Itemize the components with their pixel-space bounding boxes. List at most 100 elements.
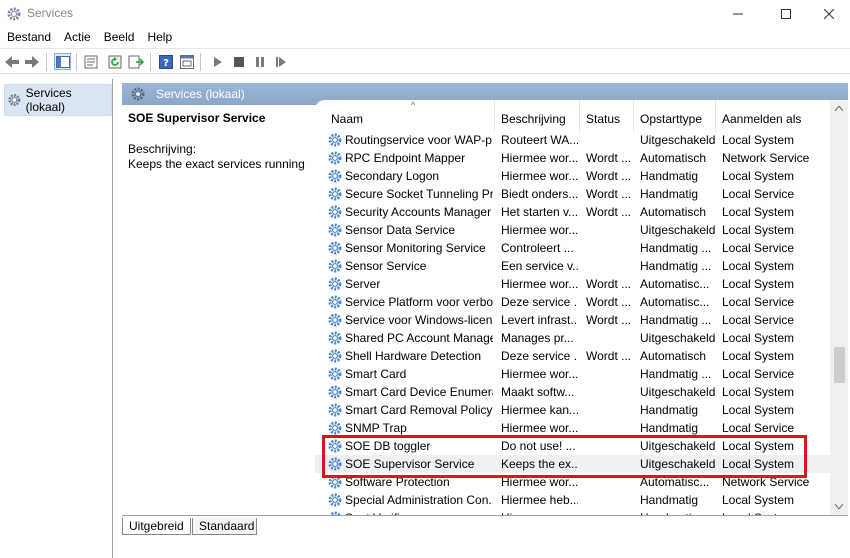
service-gear-icon bbox=[328, 223, 342, 237]
table-row[interactable]: Security Accounts Manager Het starten v..… bbox=[315, 203, 830, 221]
column-header-label: Status bbox=[586, 112, 621, 126]
cell-startup-type: Handmatig ... bbox=[640, 241, 712, 255]
pause-icon bbox=[255, 56, 264, 67]
cell-name: Secure Socket Tunneling Pr... bbox=[345, 187, 493, 201]
table-row[interactable]: Sensor Monitoring Service Controleert ...… bbox=[315, 239, 830, 257]
service-gear-icon bbox=[328, 133, 342, 147]
back-button[interactable] bbox=[3, 53, 20, 70]
table-row[interactable]: SOE DB toggler Do not use! ... Uitgeschake… bbox=[315, 437, 830, 455]
column-header-opstarttype[interactable]: Opstarttype bbox=[634, 100, 716, 132]
cell-log-on-as: Local Service bbox=[722, 187, 795, 201]
service-gear-icon bbox=[328, 187, 342, 201]
sort-ascending-icon: ^ bbox=[411, 100, 416, 110]
tab-uitgebreid[interactable]: Uitgebreid bbox=[122, 518, 191, 535]
maximize-icon bbox=[780, 9, 791, 19]
menu-bestand[interactable]: Bestand bbox=[0, 28, 57, 48]
table-row[interactable]: Server Hiermee wor... Wordt ... Automatisc.… bbox=[315, 275, 830, 293]
table-row[interactable]: Shell Hardware Detection Deze service ...… bbox=[315, 347, 830, 365]
column-header-label: Aanmelden als bbox=[722, 112, 802, 126]
play-icon bbox=[213, 56, 222, 67]
cell-startup-type: Automatisc... bbox=[640, 475, 710, 489]
restart-service-button[interactable] bbox=[272, 53, 289, 70]
cell-description: Hiermee wor... bbox=[501, 223, 578, 237]
service-gear-icon bbox=[328, 277, 342, 291]
service-gear-icon bbox=[328, 331, 342, 345]
cell-name: Sensor Service bbox=[345, 259, 427, 273]
cell-startup-type: Uitgeschakeld bbox=[640, 223, 716, 237]
cell-description: Manages pr... bbox=[501, 331, 574, 345]
service-gear-icon bbox=[328, 385, 342, 399]
show-hide-console-tree-button[interactable] bbox=[54, 53, 71, 70]
cell-log-on-as: Local Service bbox=[722, 367, 795, 381]
table-row[interactable]: Smart Card Removal Policy Hiermee kan... H… bbox=[315, 401, 830, 419]
menu-beeld[interactable]: Beeld bbox=[97, 28, 141, 48]
cell-log-on-as: Local System bbox=[722, 133, 795, 147]
cell-name: Smart Card bbox=[345, 367, 407, 381]
properties-button[interactable] bbox=[82, 53, 99, 70]
table-row[interactable]: SOE Supervisor Service Keeps the ex... Uit… bbox=[315, 455, 830, 473]
column-header-beschrijving[interactable]: Beschrijving bbox=[495, 100, 580, 132]
cell-description: Deze service ... bbox=[501, 349, 578, 363]
cell-name: SOE Supervisor Service bbox=[345, 457, 475, 471]
tree-item-label: Services (lokaal) bbox=[25, 86, 72, 114]
pause-service-button[interactable] bbox=[251, 53, 268, 70]
start-service-button[interactable] bbox=[209, 53, 226, 70]
services-list: ^ Naam Beschrijving Status Opstarttype A… bbox=[315, 100, 848, 515]
help-button[interactable]: ? bbox=[157, 53, 174, 70]
scroll-up-button[interactable] bbox=[830, 100, 848, 117]
cell-log-on-as: Network Service bbox=[722, 151, 810, 165]
column-header-naam[interactable]: ^ Naam bbox=[325, 100, 495, 132]
back-arrow-icon bbox=[4, 55, 19, 68]
restart-icon bbox=[275, 56, 286, 67]
table-row[interactable]: Smart Card Hiermee wor... Handmatig ... Loc… bbox=[315, 365, 830, 383]
cell-name: Special Administration Con... bbox=[345, 493, 493, 507]
menu-actie[interactable]: Actie bbox=[57, 28, 97, 48]
console-view-button[interactable] bbox=[178, 53, 195, 70]
maximize-button[interactable] bbox=[763, 0, 808, 28]
cell-description: Do not use! ... bbox=[501, 439, 576, 453]
cell-description: Hiermee kan... bbox=[501, 403, 578, 417]
window-title: Services bbox=[27, 6, 74, 20]
cell-name: Routingservice voor WAP-p... bbox=[345, 133, 493, 147]
tab-standaard[interactable]: Standaard bbox=[192, 518, 257, 535]
table-row[interactable]: Shared PC Account Manager Manages pr... Ui… bbox=[315, 329, 830, 347]
tree-item-services-local[interactable]: Services (lokaal) bbox=[4, 84, 112, 116]
scroll-down-button[interactable] bbox=[830, 498, 848, 515]
forward-button[interactable] bbox=[23, 53, 40, 70]
table-row[interactable]: Sensor Data Service Hiermee wor... Uitgesc… bbox=[315, 221, 830, 239]
table-row[interactable]: Smart Card Device Enumera... Maakt softw.… bbox=[315, 383, 830, 401]
cell-name: Smart Card Removal Policy bbox=[345, 403, 493, 417]
service-gear-icon bbox=[328, 169, 342, 183]
table-row[interactable]: Secondary Logon Hiermee wor... Wordt ... Ha… bbox=[315, 167, 830, 185]
table-row[interactable]: Software Protection Hiermee wor... Automat… bbox=[315, 473, 830, 491]
vertical-scrollbar[interactable] bbox=[830, 100, 848, 515]
close-button[interactable] bbox=[806, 0, 850, 28]
cell-description: Biedt onders... bbox=[501, 187, 578, 201]
cell-startup-type: Handmatig bbox=[640, 493, 699, 507]
cell-status: Wordt ... bbox=[586, 169, 632, 183]
table-row[interactable]: Routingservice voor WAP-p... Routeert WA.… bbox=[315, 132, 830, 149]
cell-status: Wordt ... bbox=[586, 295, 632, 309]
stop-service-button[interactable] bbox=[230, 53, 247, 70]
table-row[interactable]: Secure Socket Tunneling Pr... Biedt onder… bbox=[315, 185, 830, 203]
service-gear-icon bbox=[328, 313, 342, 327]
scroll-thumb[interactable] bbox=[834, 347, 845, 383]
refresh-button[interactable] bbox=[106, 53, 123, 70]
menu-help[interactable]: Help bbox=[140, 28, 178, 48]
column-header-aanmelden-als[interactable]: Aanmelden als bbox=[716, 100, 816, 132]
cell-status: Wordt ... bbox=[586, 151, 632, 165]
table-row[interactable]: Service voor Windows-licen... Levert infr… bbox=[315, 311, 830, 329]
cell-log-on-as: Local System bbox=[722, 223, 795, 237]
service-gear-icon bbox=[328, 259, 342, 273]
table-row[interactable]: RPC Endpoint Mapper Hiermee wor... Wordt .… bbox=[315, 149, 830, 167]
table-row[interactable]: SNMP Trap Hiermee wor... Handmatig Local Se… bbox=[315, 419, 830, 437]
column-header-status[interactable]: Status bbox=[580, 100, 634, 132]
table-row[interactable]: Service Platform voor verbo... Deze servi… bbox=[315, 293, 830, 311]
cell-startup-type: Automatisc... bbox=[640, 277, 710, 291]
export-list-button[interactable] bbox=[127, 53, 144, 70]
table-row[interactable]: Special Administration Con... Hiermee heb… bbox=[315, 491, 830, 509]
toolbar-separator bbox=[150, 53, 151, 71]
table-row[interactable]: Sensor Service Een service v... Handmatig … bbox=[315, 257, 830, 275]
minimize-button[interactable] bbox=[715, 0, 760, 28]
toolbar: ? bbox=[0, 48, 850, 74]
